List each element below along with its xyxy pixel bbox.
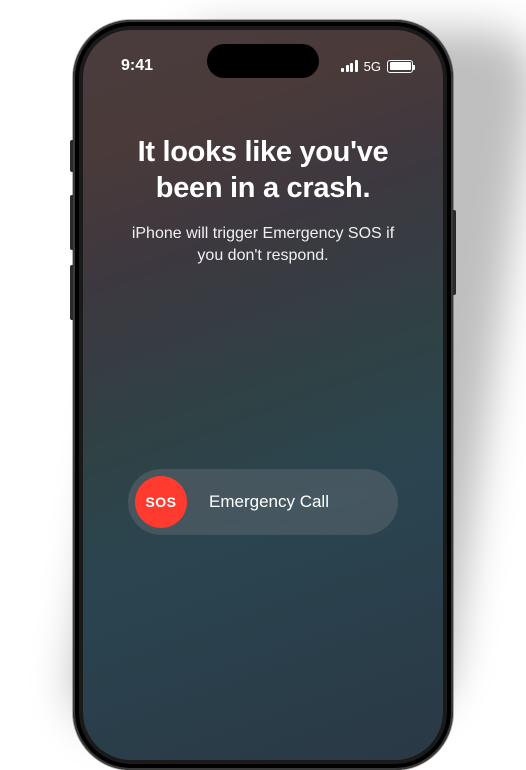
action-button: [70, 140, 73, 172]
battery-fill: [390, 62, 411, 70]
dynamic-island: [207, 44, 319, 78]
phone-frame: 9:41 5G It looks like you've been in a c…: [73, 20, 453, 770]
slider-track-label: Emergency Call: [209, 492, 329, 512]
phone-mockup: 9:41 5G It looks like you've been in a c…: [73, 20, 453, 580]
crash-headline: It looks like you've been in a crash.: [111, 134, 415, 207]
signal-icon: [341, 60, 358, 72]
status-time: 9:41: [121, 57, 153, 75]
side-button: [453, 210, 456, 295]
emergency-call-slider[interactable]: SOS Emergency Call: [128, 469, 398, 535]
crash-alert-content: It looks like you've been in a crash. iP…: [83, 84, 443, 267]
volume-down-button: [70, 265, 73, 320]
sos-knob[interactable]: SOS: [135, 476, 187, 528]
volume-up-button: [70, 195, 73, 250]
status-indicators: 5G: [341, 59, 413, 74]
phone-screen: 9:41 5G It looks like you've been in a c…: [83, 30, 443, 760]
crash-subtext: iPhone will trigger Emergency SOS if you…: [111, 223, 415, 268]
network-label: 5G: [364, 59, 381, 74]
sos-knob-label: SOS: [145, 494, 176, 510]
battery-icon: [387, 60, 413, 73]
